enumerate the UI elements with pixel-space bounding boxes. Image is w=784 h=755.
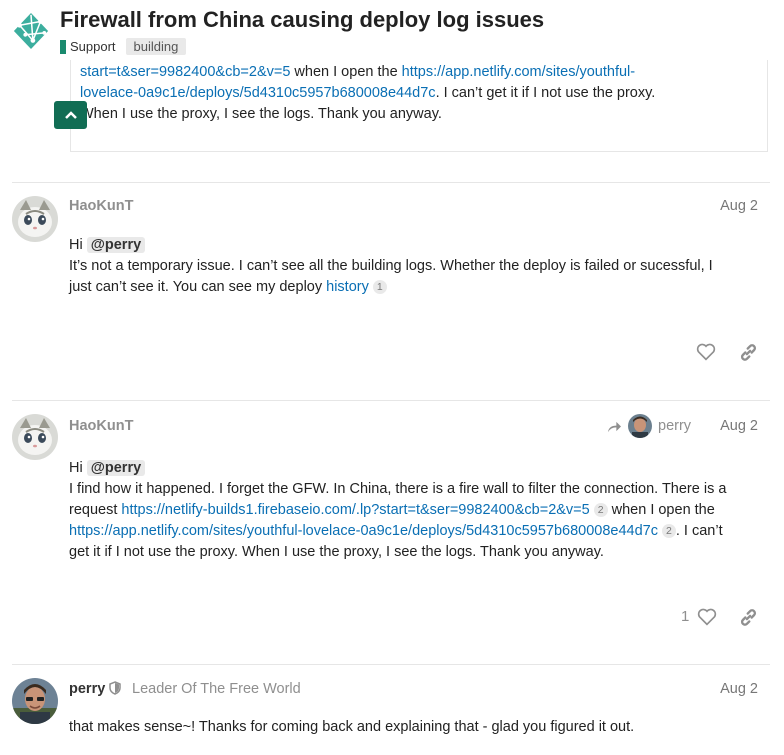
tag-badge[interactable]: building: [125, 38, 187, 55]
post-text: . I can’t: [675, 523, 723, 539]
post-text: request: [69, 502, 122, 518]
like-heart-icon[interactable]: [697, 608, 717, 626]
chevron-up-icon: [64, 111, 77, 119]
post-text: just can’t see it. You can see my deploy: [69, 279, 327, 295]
quote-text-segment: when I open the: [290, 64, 402, 80]
netlify-logo-icon[interactable]: [12, 12, 50, 50]
history-link[interactable]: history: [326, 279, 369, 295]
post-username-text: perry: [69, 681, 106, 697]
post-divider: [12, 182, 770, 183]
topic-title[interactable]: Firewall from China causing deploy log i…: [60, 7, 544, 33]
post-username[interactable]: perry: [69, 681, 122, 697]
shield-icon: [109, 681, 122, 695]
reply-to-avatar: [628, 414, 652, 438]
reply-to-tab[interactable]: perry: [607, 414, 691, 438]
quote-link-app-a[interactable]: https://app.netlify.com/sites/youthful-: [402, 64, 635, 80]
quote-text-segment: . I can’t get it if I not use the proxy.: [435, 85, 656, 101]
share-link-icon[interactable]: [739, 343, 758, 362]
quote-text-segment: When I use the proxy, I see the logs. Th…: [80, 106, 442, 122]
post-text: It’s not a temporary issue. I can’t see …: [69, 258, 713, 274]
post-text: Hi: [69, 460, 87, 476]
topic-meta: Support building: [60, 38, 187, 55]
like-count[interactable]: 1: [681, 608, 689, 625]
post-body: Hi @perry It’s not a temporary issue. I …: [69, 235, 759, 298]
post-username[interactable]: HaoKunT: [69, 418, 133, 434]
post-text: I find how it happened. I forget the GFW…: [69, 481, 727, 497]
link-click-count: 2: [662, 524, 676, 538]
share-link-icon[interactable]: [739, 608, 758, 627]
user-title: Leader Of The Free World: [132, 681, 301, 697]
post-divider: [12, 664, 770, 665]
perry-avatar-icon: [12, 678, 58, 724]
post-date[interactable]: Aug 2: [720, 681, 758, 697]
firebase-link[interactable]: https://netlify-builds1.firebaseio.com/.…: [121, 502, 589, 518]
like-heart-icon[interactable]: [696, 343, 716, 361]
post-body: Hi @perry I find how it happened. I forg…: [69, 458, 759, 563]
post-date[interactable]: Aug 2: [720, 198, 758, 214]
cat-avatar-icon: [12, 196, 58, 242]
topic-header: Firewall from China causing deploy log i…: [0, 0, 784, 60]
collapse-up-button[interactable]: [54, 101, 87, 129]
post-text: Hi: [69, 237, 87, 253]
reply-arrow-icon: [608, 421, 621, 432]
link-click-count: 2: [593, 503, 608, 517]
post-text: get it if I not use the proxy. When I us…: [69, 544, 604, 560]
avatar[interactable]: [12, 196, 58, 242]
mention-link[interactable]: @perry: [86, 237, 146, 253]
quote-link-app-b[interactable]: lovelace-0a9c1e/deploys/5d4310c5957b6800…: [80, 85, 436, 101]
post-date[interactable]: Aug 2: [720, 418, 758, 434]
reply-to-username: perry: [658, 418, 692, 434]
post-body: that makes sense~! Thanks for coming bac…: [69, 717, 759, 738]
category-label: Support: [70, 39, 116, 54]
avatar[interactable]: [12, 678, 58, 724]
link-click-count: 1: [372, 280, 387, 294]
quote-link-firebase[interactable]: start=t&ser=9982400&cb=2&v=5: [80, 64, 290, 80]
post-username[interactable]: HaoKunT: [69, 198, 133, 214]
avatar[interactable]: [12, 414, 58, 460]
post-text: when I open the: [607, 502, 715, 518]
deploy-link[interactable]: https://app.netlify.com/sites/youthful-l…: [69, 523, 658, 539]
category-badge[interactable]: Support: [60, 39, 116, 54]
mention-link[interactable]: @perry: [86, 460, 146, 476]
cat-avatar-icon: [12, 414, 58, 460]
post-text: that makes sense~! Thanks for coming bac…: [69, 719, 635, 735]
post-divider: [12, 400, 770, 401]
category-swatch: [60, 39, 66, 54]
expanded-quote-text: start=t&ser=9982400&cb=2&v=5 when I open…: [80, 62, 700, 125]
